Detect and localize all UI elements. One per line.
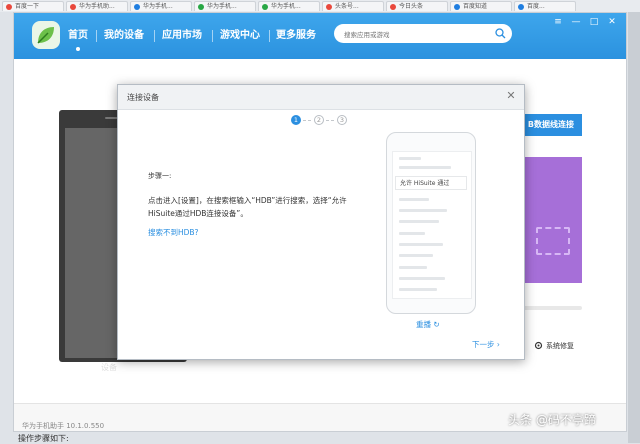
browser-tab[interactable]: 华为手机助... xyxy=(66,1,128,11)
hisuite-setting-row: 允许 HiSuite 通过 xyxy=(395,176,467,190)
nav-divider xyxy=(212,30,213,42)
search-input[interactable] xyxy=(342,27,496,42)
nav-divider xyxy=(96,30,97,42)
version-label: 华为手机助手 10.1.0.550 xyxy=(22,422,105,430)
placeholder-bar xyxy=(399,209,447,212)
placeholder-bar xyxy=(399,232,425,235)
placeholder-bar xyxy=(399,220,439,223)
maximize-button[interactable]: □ xyxy=(586,15,602,29)
watermark: 头条 @码不亭蹄 xyxy=(508,413,596,427)
page-scrollbar[interactable] xyxy=(628,12,640,443)
tab-favicon-icon xyxy=(518,4,524,10)
placeholder-bar xyxy=(399,166,451,169)
hdb-not-found-link[interactable]: 搜索不到HDB? xyxy=(148,227,199,238)
tab-favicon-icon xyxy=(390,4,396,10)
replay-button[interactable]: 重播 ↻ xyxy=(416,319,440,330)
puzzle-icon xyxy=(536,227,570,255)
nav-more-services[interactable]: 更多服务 xyxy=(276,27,316,45)
device-label: 设备 xyxy=(101,363,117,372)
browser-tab[interactable]: 百度... xyxy=(514,1,576,11)
placeholder-bar xyxy=(399,288,437,291)
tab-favicon-icon xyxy=(134,4,140,10)
nav-my-devices[interactable]: 我的设备 xyxy=(104,27,144,45)
nav-home[interactable]: 首页 xyxy=(68,27,88,51)
phone-illustration-screen: 允许 HiSuite 通过 xyxy=(392,151,472,299)
step-connector xyxy=(326,120,334,121)
nav-app-market[interactable]: 应用市场 xyxy=(162,27,202,45)
browser-tab[interactable]: 华为手机... xyxy=(130,1,192,11)
placeholder-bar xyxy=(399,157,421,160)
step-indicator-3: 3 xyxy=(337,115,347,125)
placeholder-bar xyxy=(399,266,427,269)
leaf-logo-icon xyxy=(37,27,54,44)
system-repair-link[interactable]: 系统修复 xyxy=(546,341,574,351)
browser-tab[interactable]: 百度一下 xyxy=(2,1,64,11)
page-text: 操作步骤如下: xyxy=(18,434,69,443)
tab-favicon-icon xyxy=(198,4,204,10)
search-box xyxy=(334,24,512,43)
browser-tab[interactable]: 今日头条 xyxy=(386,1,448,11)
next-label: 下一步 xyxy=(472,340,495,349)
gear-icon[interactable] xyxy=(534,341,543,350)
replay-label: 重播 xyxy=(416,320,431,329)
step-connector xyxy=(303,120,311,121)
close-window-button[interactable]: ✕ xyxy=(604,15,620,29)
nav-divider xyxy=(269,30,270,42)
browser-tab[interactable]: 华为手机... xyxy=(258,1,320,11)
search-icon[interactable] xyxy=(495,28,506,39)
browser-tab[interactable]: 百度知道 xyxy=(450,1,512,11)
top-nav-bar: 首页 我的设备 应用市场 游戏中心 更多服务 ≡ — □ ✕ xyxy=(14,13,626,59)
step-indicator-2: 2 xyxy=(314,115,324,125)
placeholder-bar xyxy=(399,198,429,201)
dialog-header: 连接设备 ✕ xyxy=(118,85,524,110)
nav-game-center[interactable]: 游戏中心 xyxy=(220,27,260,45)
tab-favicon-icon xyxy=(454,4,460,10)
nav-divider xyxy=(154,30,155,42)
step-title: 步骤一: xyxy=(148,172,172,180)
settings-menu-button[interactable]: ≡ xyxy=(550,15,566,29)
connect-device-dialog: 连接设备 ✕ 1 2 3 步骤一: 点击进入[设置]，在搜索框输入“HDB”进行… xyxy=(117,84,525,360)
tab-favicon-icon xyxy=(70,4,76,10)
dialog-title: 连接设备 xyxy=(127,93,159,102)
placeholder-bar xyxy=(399,243,443,246)
placeholder-bar xyxy=(399,277,445,280)
browser-tab[interactable]: 华为手机... xyxy=(194,1,256,11)
step-indicator-1: 1 xyxy=(291,115,301,125)
tab-favicon-icon xyxy=(262,4,268,10)
browser-tab-strip: 百度一下 华为手机助... 华为手机... 华为手机... 华为手机... 头条… xyxy=(0,0,640,12)
tab-favicon-icon xyxy=(326,4,332,10)
next-step-button[interactable]: 下一步 › xyxy=(472,339,500,350)
hisuite-logo xyxy=(32,21,60,49)
step-description: 点击进入[设置]，在搜索框输入“HDB”进行搜索，选择“允许HiSuite通过H… xyxy=(148,196,347,218)
close-icon[interactable]: ✕ xyxy=(505,90,517,102)
placeholder-bar xyxy=(399,254,433,257)
refresh-icon: ↻ xyxy=(433,320,440,329)
tab-favicon-icon xyxy=(6,4,12,10)
minimize-button[interactable]: — xyxy=(568,15,584,29)
chevron-right-icon: › xyxy=(496,340,500,349)
browser-tab[interactable]: 头条号... xyxy=(322,1,384,11)
phone-illustration: 允许 HiSuite 通过 xyxy=(386,132,476,314)
